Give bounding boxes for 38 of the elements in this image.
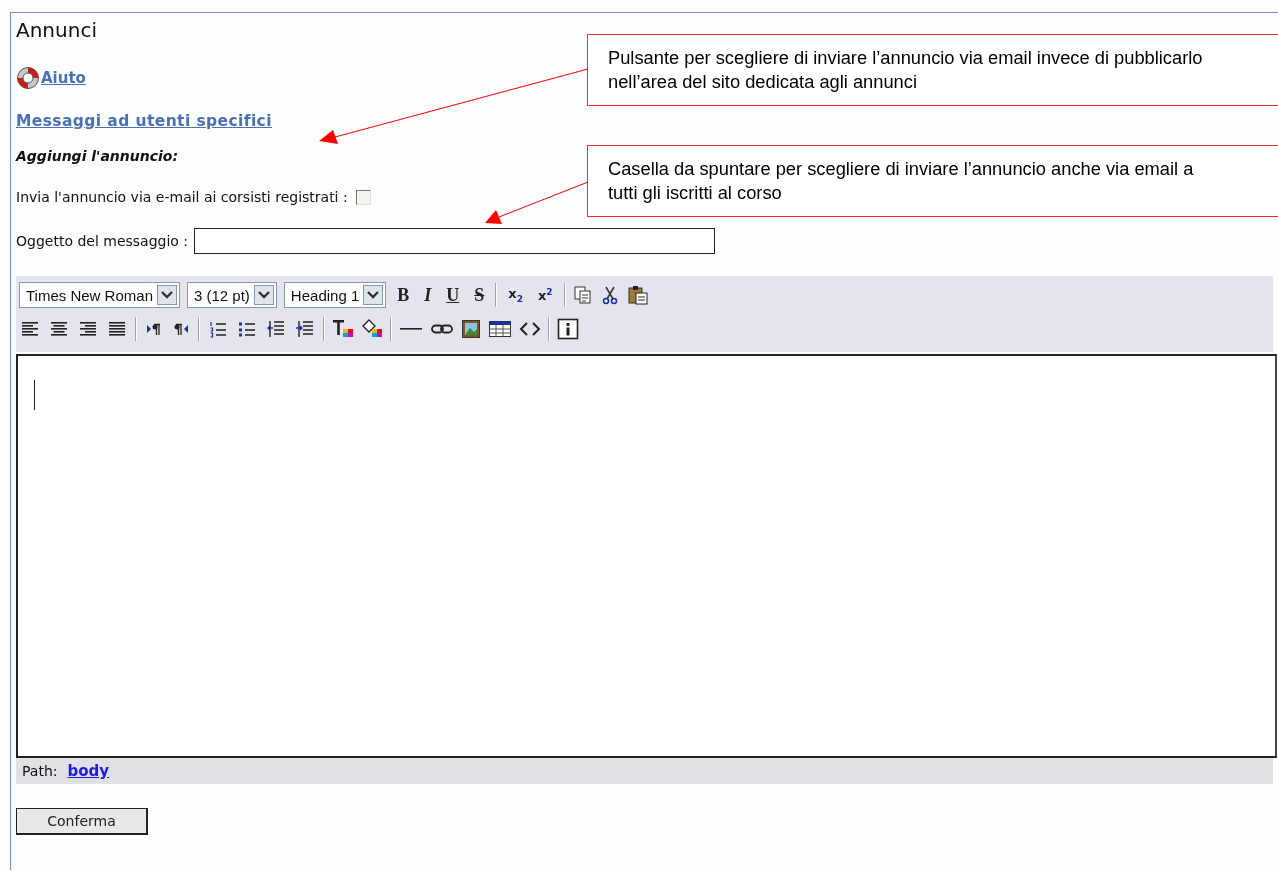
path-label: Path: — [22, 763, 58, 779]
table-icon[interactable] — [488, 319, 512, 339]
format-button[interactable]: U — [442, 284, 464, 306]
align-icon[interactable] — [106, 319, 128, 339]
align-icon[interactable] — [48, 319, 70, 339]
text-cursor — [34, 380, 35, 410]
subject-label: Oggetto del messaggio : — [16, 233, 189, 249]
indent-icon[interactable] — [294, 319, 316, 339]
callout-text: Pulsante per scegliere di inviare l’annuncio via email invece di pubblicarlo nell’area del sito dedicata agli annunci — [608, 46, 1203, 94]
format-button[interactable]: B — [393, 284, 414, 306]
help-link[interactable]: Aiuto — [41, 69, 86, 87]
callout-text: Casella da spuntare per scegliere di inviare l’annuncio anche via email a tutti gli iscritti al corso — [608, 157, 1195, 205]
paint-bucket-icon[interactable] — [361, 318, 383, 340]
confirm-button[interactable]: Conferma — [16, 808, 148, 835]
subject-field[interactable] — [194, 228, 716, 254]
align-icon[interactable] — [19, 319, 41, 339]
section-title: Aggiungi l'annuncio: — [16, 148, 179, 164]
clipboard-icon[interactable] — [626, 284, 649, 306]
align-icon[interactable] — [77, 319, 99, 339]
outdent-icon[interactable] — [265, 319, 287, 339]
dropdown[interactable]: Times New Roman — [19, 282, 180, 308]
format-button[interactable]: I — [420, 284, 436, 306]
recipients-link[interactable]: Messaggi ad utenti specifici — [16, 112, 272, 130]
email-checkbox[interactable] — [355, 189, 371, 205]
lifebuoy-icon — [16, 66, 40, 90]
path-link[interactable]: body — [67, 762, 110, 780]
format-button[interactable]: S — [470, 284, 489, 306]
script-button[interactable]: x$_{2}$ — [504, 286, 527, 304]
dropdown[interactable]: Heading 1 — [283, 282, 387, 308]
text-color-icon[interactable] — [332, 318, 354, 340]
dropdown[interactable]: 3 (12 pt) — [187, 282, 277, 308]
page-title: Annunci — [16, 17, 97, 43]
numbered-list-icon[interactable] — [207, 319, 229, 339]
info-icon[interactable] — [557, 318, 579, 340]
script-button[interactable]: x$^{2}$ — [533, 286, 557, 304]
email-option-label: Invia l'annuncio via e-mail ai corsisti registrati : — [16, 189, 348, 205]
image-icon[interactable] — [461, 319, 481, 339]
copy-icon[interactable] — [572, 285, 593, 305]
